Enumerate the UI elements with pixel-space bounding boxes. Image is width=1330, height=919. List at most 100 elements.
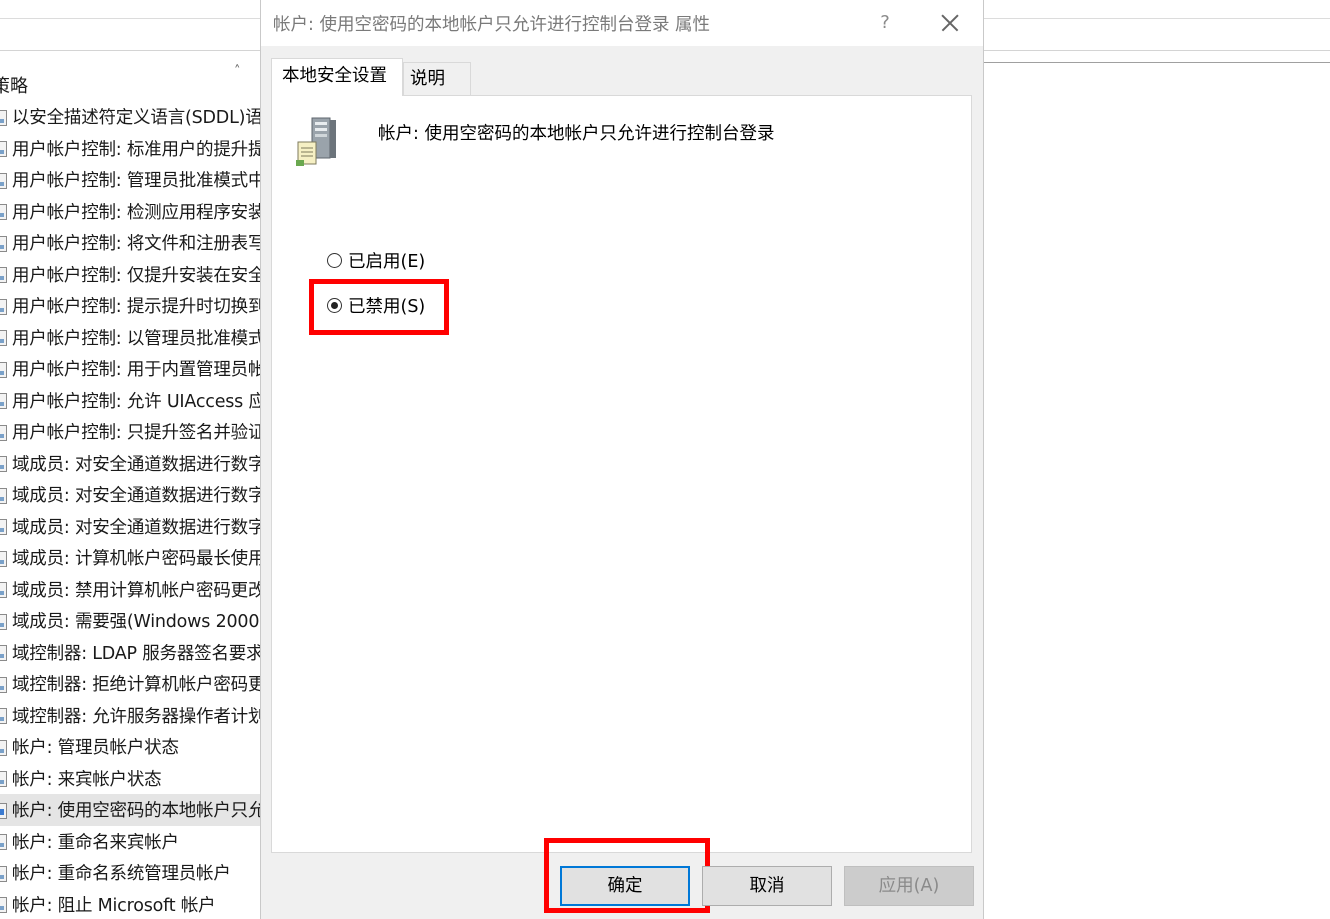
enabled-radio[interactable] xyxy=(327,252,342,268)
policy-row[interactable]: 帐户: 阻止 Microsoft 帐户 xyxy=(0,889,262,919)
policy-icon xyxy=(0,485,8,505)
policy-title: 帐户: 使用空密码的本地帐户只允许进行控制台登录 xyxy=(378,124,775,144)
policy-row[interactable]: 用户帐户控制: 仅提升安装在安全 xyxy=(0,259,262,291)
enabled-label: 已启用(E) xyxy=(348,251,426,272)
policy-row-label: 用户帐户控制: 将文件和注册表写 xyxy=(12,234,262,255)
disabled-radio[interactable] xyxy=(327,297,342,313)
ok-button[interactable]: 确定 xyxy=(560,866,690,906)
policy-row[interactable]: 域成员: 需要强(Windows 2000 xyxy=(0,605,262,637)
policy-properties-dialog: 帐户: 使用空密码的本地帐户只允许进行控制台登录 属性 ? 本地安全设置 说明 … xyxy=(260,0,984,919)
policy-row-label: 帐户: 来宾帐户状态 xyxy=(12,769,162,790)
policy-icon xyxy=(0,579,8,599)
policy-row[interactable]: 用户帐户控制: 允许 UIAccess 应 xyxy=(0,385,262,417)
policy-row[interactable]: 帐户: 使用空密码的本地帐户只允 xyxy=(0,794,262,826)
dialog-title: 帐户: 使用空密码的本地帐户只允许进行控制台登录 属性 xyxy=(273,15,711,35)
policy-row[interactable]: 域成员: 对安全通道数据进行数字 xyxy=(0,448,262,480)
policy-icon xyxy=(0,642,8,662)
policy-icon xyxy=(0,737,8,757)
tab-explain[interactable]: 说明 xyxy=(403,62,471,95)
policy-column-header[interactable]: 策略 ˄ xyxy=(0,62,262,102)
policy-row-label: 用户帐户控制: 仅提升安装在安全 xyxy=(12,265,262,286)
policy-row[interactable]: 用户帐户控制: 只提升签名并验证 xyxy=(0,416,262,448)
column-divider xyxy=(984,62,1330,63)
policy-icon xyxy=(0,359,8,379)
policy-icon xyxy=(0,201,8,221)
policy-row-label: 用户帐户控制: 用于内置管理员帐 xyxy=(12,360,262,381)
policy-row-label: 域成员: 对安全通道数据进行数字 xyxy=(12,517,262,538)
policy-row[interactable]: 用户帐户控制: 标准用户的提升提 xyxy=(0,133,262,165)
policy-row[interactable]: 用户帐户控制: 将文件和注册表写 xyxy=(0,227,262,259)
policy-row[interactable]: 域控制器: 拒绝计算机帐户密码更 xyxy=(0,668,262,700)
policy-row-label: 帐户: 管理员帐户状态 xyxy=(12,738,179,759)
policy-row[interactable]: 用户帐户控制: 检测应用程序安装 xyxy=(0,196,262,228)
policy-row[interactable]: 域控制器: 允许服务器操作者计划 xyxy=(0,700,262,732)
policy-row[interactable]: 用户帐户控制: 提示提升时切换到 xyxy=(0,290,262,322)
sort-ascending-icon: ˄ xyxy=(234,64,241,79)
policy-row[interactable]: 以安全描述符定义语言(SDDL)语 xyxy=(0,101,262,133)
policy-icon xyxy=(0,233,8,253)
policy-icon xyxy=(0,327,8,347)
policy-row-label: 域控制器: 拒绝计算机帐户密码更 xyxy=(12,675,262,696)
policy-icon xyxy=(0,548,8,568)
policy-row-label: 域控制器: 允许服务器操作者计划 xyxy=(12,706,262,727)
policy-icon xyxy=(0,674,8,694)
policy-row[interactable]: 用户帐户控制: 用于内置管理员帐 xyxy=(0,353,262,385)
policy-icon xyxy=(0,107,8,127)
policy-row-label: 帐户: 重命名来宾帐户 xyxy=(12,832,179,853)
policy-row[interactable]: 帐户: 来宾帐户状态 xyxy=(0,763,262,795)
policy-column-title: 策略 xyxy=(0,76,28,97)
policy-row[interactable]: 帐户: 重命名来宾帐户 xyxy=(0,826,262,858)
policy-row[interactable]: 帐户: 管理员帐户状态 xyxy=(0,731,262,763)
policy-icon xyxy=(0,264,8,284)
policy-icon xyxy=(0,453,8,473)
cancel-button[interactable]: 取消 xyxy=(702,866,832,906)
policy-row-label: 域控制器: LDAP 服务器签名要求 xyxy=(12,643,262,664)
policy-row[interactable]: 域成员: 计算机帐户密码最长使用 xyxy=(0,542,262,574)
policy-icon xyxy=(0,422,8,442)
policy-row-label: 域成员: 禁用计算机帐户密码更改 xyxy=(12,580,262,601)
dialog-titlebar[interactable]: 帐户: 使用空密码的本地帐户只允许进行控制台登录 属性 ? xyxy=(261,0,983,46)
policy-row[interactable]: 域控制器: LDAP 服务器签名要求 xyxy=(0,637,262,669)
policy-row[interactable]: 域成员: 对安全通道数据进行数字 xyxy=(0,511,262,543)
policy-row[interactable]: 帐户: 重命名系统管理员帐户 xyxy=(0,857,262,889)
policy-icon xyxy=(0,516,8,536)
tab-local-security-setting[interactable]: 本地安全设置 xyxy=(271,58,403,96)
policy-row-label: 帐户: 阻止 Microsoft 帐户 xyxy=(12,895,216,916)
policy-row-label: 域成员: 对安全通道数据进行数字 xyxy=(12,486,262,507)
policy-row-label: 以安全描述符定义语言(SDDL)语 xyxy=(12,108,262,129)
policy-icon xyxy=(0,831,8,851)
policy-row-label: 帐户: 使用空密码的本地帐户只允 xyxy=(12,801,262,822)
apply-button[interactable]: 应用(A) xyxy=(844,866,974,906)
policy-row[interactable]: 域成员: 对安全通道数据进行数字 xyxy=(0,479,262,511)
disabled-label: 已禁用(S) xyxy=(348,296,426,317)
policy-icon xyxy=(0,296,8,316)
policy-icon xyxy=(0,138,8,158)
policy-row-label: 用户帐户控制: 以管理员批准模式 xyxy=(12,328,262,349)
help-button[interactable]: ? xyxy=(867,6,903,40)
disabled-option[interactable]: 已禁用(S) xyxy=(327,291,425,319)
policy-row-label: 用户帐户控制: 标准用户的提升提 xyxy=(12,139,262,160)
close-icon[interactable] xyxy=(931,6,967,40)
policy-row[interactable]: 用户帐户控制: 管理员批准模式中 xyxy=(0,164,262,196)
policy-icon xyxy=(0,170,8,190)
policy-row-label: 域成员: 计算机帐户密码最长使用 xyxy=(12,549,262,570)
policy-row-label: 域成员: 对安全通道数据进行数字 xyxy=(12,454,262,475)
policy-row-label: 用户帐户控制: 管理员批准模式中 xyxy=(12,171,262,192)
policy-row-label: 用户帐户控制: 检测应用程序安装 xyxy=(12,202,262,223)
policy-row-label: 用户帐户控制: 只提升签名并验证 xyxy=(12,423,262,444)
enabled-option[interactable]: 已启用(E) xyxy=(327,246,425,274)
tab-panel: 帐户: 使用空密码的本地帐户只允许进行控制台登录 已启用(E) 已禁用(S) xyxy=(271,95,972,853)
policy-row-label: 帐户: 重命名系统管理员帐户 xyxy=(12,864,231,885)
policy-icon xyxy=(0,390,8,410)
policy-row-label: 域成员: 需要强(Windows 2000 xyxy=(12,612,260,633)
policy-row[interactable]: 域成员: 禁用计算机帐户密码更改 xyxy=(0,574,262,606)
policy-icon xyxy=(0,611,8,631)
policy-icon xyxy=(0,768,8,788)
policy-list[interactable]: 以安全描述符定义语言(SDDL)语 用户帐户控制: 标准用户的提升提 用户帐户控制:… xyxy=(0,101,262,919)
policy-row[interactable]: 用户帐户控制: 以管理员批准模式 xyxy=(0,322,262,354)
policy-icon xyxy=(0,705,8,725)
policy-row-label: 用户帐户控制: 提示提升时切换到 xyxy=(12,297,262,318)
server-policy-icon xyxy=(296,117,336,166)
policy-icon xyxy=(0,894,8,914)
policy-icon xyxy=(0,863,8,883)
